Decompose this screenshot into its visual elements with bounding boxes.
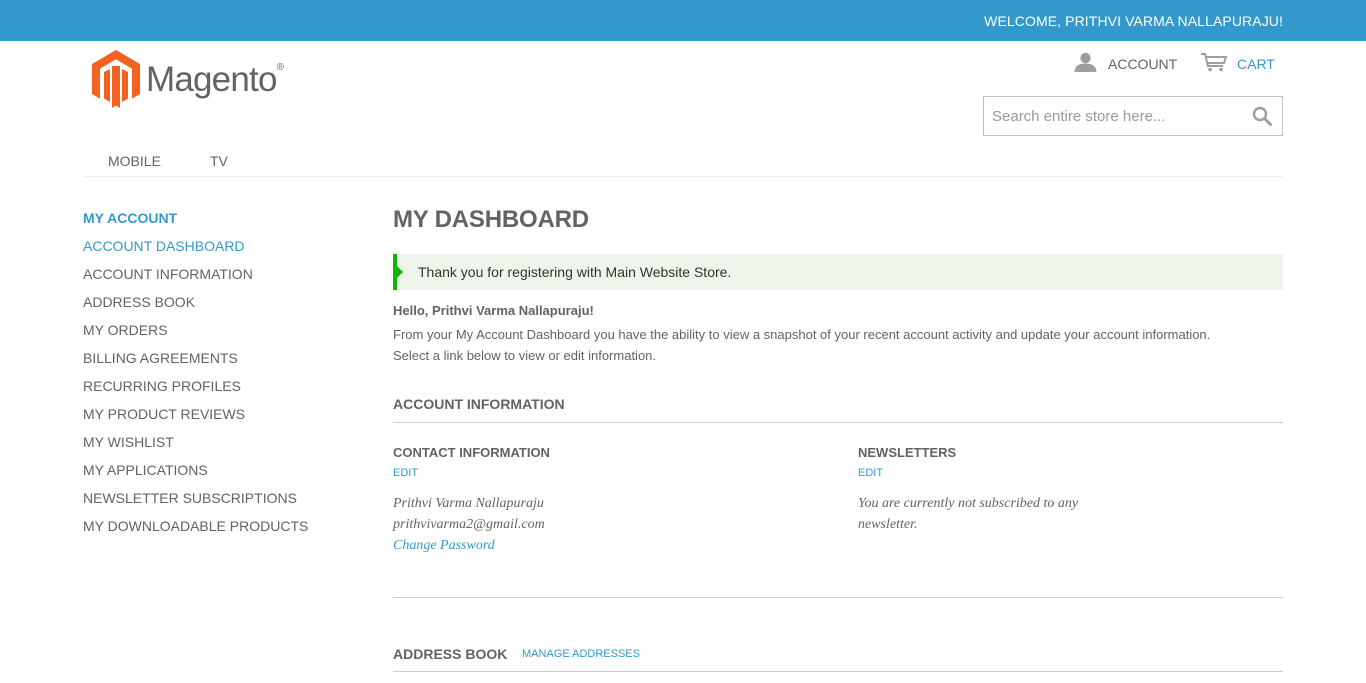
- main-nav: MOBILE TV: [83, 153, 1283, 177]
- account-information-title: ACCOUNT INFORMATION: [393, 396, 565, 412]
- divider: [393, 597, 1283, 598]
- sidebar-item-address-book[interactable]: ADDRESS BOOK: [83, 294, 308, 322]
- greeting: Hello, Prithvi Varma Nallapuraju!: [393, 303, 594, 318]
- page-title: MY DASHBOARD: [393, 206, 589, 233]
- sidebar-item-account-information[interactable]: ACCOUNT INFORMATION: [83, 266, 308, 294]
- success-notice: Thank you for registering with Main Webs…: [393, 254, 1283, 290]
- search-input[interactable]: [984, 97, 1244, 135]
- newsletter-status: You are currently not subscribed to any …: [858, 496, 1079, 532]
- notice-arrow-icon: [397, 266, 403, 278]
- edit-contact-link[interactable]: EDIT: [393, 467, 418, 479]
- logo-wordmark: Magento: [146, 59, 277, 99]
- sidebar-title: MY ACCOUNT: [83, 210, 178, 226]
- nav-item-mobile[interactable]: MOBILE: [108, 153, 161, 169]
- contact-name: Prithvi Varma Nallapuraju: [393, 496, 544, 511]
- divider: [393, 671, 1283, 672]
- user-icon: [1074, 52, 1097, 75]
- notice-text: Thank you for registering with Main Webs…: [418, 264, 732, 280]
- newsletters-title: NEWSLETTERS: [858, 445, 957, 460]
- top-bar: WELCOME, PRITHVI VARMA NALLAPURAJU!: [0, 0, 1366, 41]
- search-icon: [1252, 106, 1272, 130]
- divider: [393, 422, 1283, 423]
- sidebar-item-account-dashboard[interactable]: ACCOUNT DASHBOARD: [83, 238, 308, 266]
- magento-logo-icon: [92, 50, 140, 113]
- sidebar-item-recurring-profiles[interactable]: RECURRING PROFILES: [83, 378, 308, 406]
- welcome-message: WELCOME, PRITHVI VARMA NALLAPURAJU!: [984, 13, 1283, 29]
- cart-link[interactable]: CART: [1200, 52, 1275, 75]
- contact-information-title: CONTACT INFORMATION: [393, 445, 550, 460]
- nav-item-tv[interactable]: TV: [210, 153, 228, 169]
- sidebar-item-my-applications[interactable]: MY APPLICATIONS: [83, 462, 308, 490]
- account-sidebar: MY ACCOUNT ACCOUNT DASHBOARD ACCOUNT INF…: [83, 210, 308, 546]
- sidebar-item-my-wishlist[interactable]: MY WISHLIST: [83, 434, 308, 462]
- logo-registered-mark: ®: [276, 62, 284, 73]
- manage-addresses-link[interactable]: MANAGE ADDRESSES: [522, 648, 640, 660]
- contact-email: prithvivarma2@gmail.com: [393, 517, 545, 532]
- sidebar-item-my-downloadable-products[interactable]: MY DOWNLOADABLE PRODUCTS: [83, 518, 308, 546]
- logo[interactable]: Magento ®: [92, 50, 284, 113]
- account-link-label: ACCOUNT: [1108, 55, 1178, 72]
- change-password-link[interactable]: Change Password: [393, 535, 495, 556]
- sidebar-item-my-product-reviews[interactable]: MY PRODUCT REVIEWS: [83, 406, 308, 434]
- dashboard-intro: From your My Account Dashboard you have …: [393, 327, 1211, 363]
- account-link[interactable]: ACCOUNT: [1074, 52, 1177, 75]
- search-button[interactable]: [1252, 106, 1272, 131]
- sidebar-item-my-orders[interactable]: MY ORDERS: [83, 322, 308, 350]
- cart-link-label: CART: [1237, 55, 1275, 72]
- search-box: [983, 96, 1283, 136]
- sidebar-item-billing-agreements[interactable]: BILLING AGREEMENTS: [83, 350, 308, 378]
- cart-icon: [1200, 52, 1228, 75]
- edit-newsletters-link[interactable]: EDIT: [858, 467, 883, 479]
- address-book-title: ADDRESS BOOK: [393, 646, 508, 662]
- dashboard-main: MY DASHBOARD Thank you for registering w…: [393, 206, 1283, 672]
- sidebar-item-newsletter-subscriptions[interactable]: NEWSLETTER SUBSCRIPTIONS: [83, 490, 308, 518]
